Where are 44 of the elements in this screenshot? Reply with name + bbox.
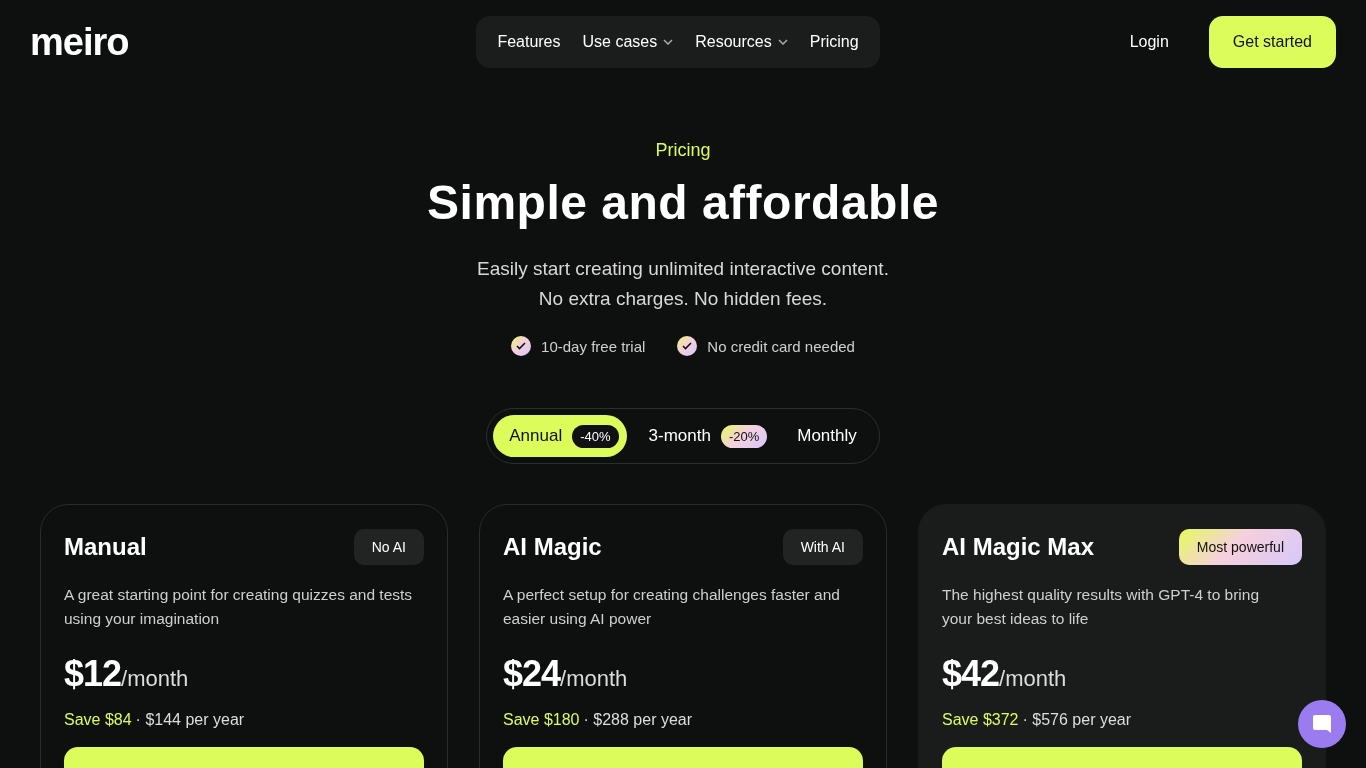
- plan-description: The highest quality results with GPT-4 to bring your best ideas to life: [942, 585, 1261, 629]
- check-icon: [677, 336, 698, 356]
- subtitle: Easily start creating unlimited interactive content. No extra charges. No hidden fees.: [477, 257, 889, 311]
- plan-description: A perfect setup for creating challenges faster and easier using AI power: [503, 585, 841, 629]
- price-period: /month: [999, 666, 1067, 692]
- yearly-price: · $288 per year: [583, 711, 693, 729]
- savings-text: Save $84: [64, 711, 132, 729]
- plan-name: Manual: [64, 533, 147, 561]
- plan-name: AI Magic Max: [942, 533, 1095, 561]
- perk-text: No credit card needed: [707, 337, 855, 355]
- plan-badge: No AI: [353, 529, 424, 565]
- billing-option[interactable]: Monthly: [781, 415, 873, 457]
- discount-badge: -20%: [720, 424, 768, 448]
- logo[interactable]: meiro: [30, 23, 230, 61]
- yearly-price: · $576 per year: [1022, 711, 1132, 729]
- price-period: /month: [121, 666, 189, 692]
- nav-link[interactable]: Features: [488, 33, 570, 51]
- nav-link[interactable]: Resources: [686, 33, 797, 51]
- price-period: /month: [560, 666, 628, 692]
- plan-badge: With AI: [782, 529, 863, 565]
- plan-name: AI Magic: [503, 533, 602, 561]
- plan-price: $24: [503, 653, 561, 695]
- billing-option[interactable]: 3-month -20%: [632, 415, 776, 457]
- perk-text: 10-day free trial: [541, 337, 646, 355]
- nav-link[interactable]: Pricing: [800, 33, 868, 51]
- chat-button[interactable]: [1298, 700, 1346, 748]
- get-started-button[interactable]: Get started: [1208, 16, 1336, 68]
- plan-badge: Most powerful: [1178, 529, 1302, 565]
- chevron-down-icon: [777, 39, 788, 45]
- nav-link[interactable]: Use cases: [573, 33, 683, 51]
- login-link[interactable]: Login: [1129, 33, 1169, 51]
- plan-price: $12: [64, 653, 122, 695]
- plan-price: $42: [942, 653, 1000, 695]
- chat-icon: [1311, 713, 1333, 735]
- plan-description: A great starting point for creating quizzes and tests using your imagination: [64, 585, 414, 629]
- page-title: Simple and affordable: [427, 175, 939, 230]
- savings-text: Save $180: [503, 711, 580, 729]
- check-icon: [511, 336, 532, 356]
- yearly-price: · $144 per year: [135, 711, 245, 729]
- discount-badge: -40%: [572, 424, 619, 448]
- billing-option[interactable]: Annual -40%: [493, 415, 627, 457]
- chevron-down-icon: [663, 39, 674, 45]
- savings-text: Save $372: [942, 711, 1019, 729]
- section-eyebrow: Pricing: [655, 140, 711, 161]
